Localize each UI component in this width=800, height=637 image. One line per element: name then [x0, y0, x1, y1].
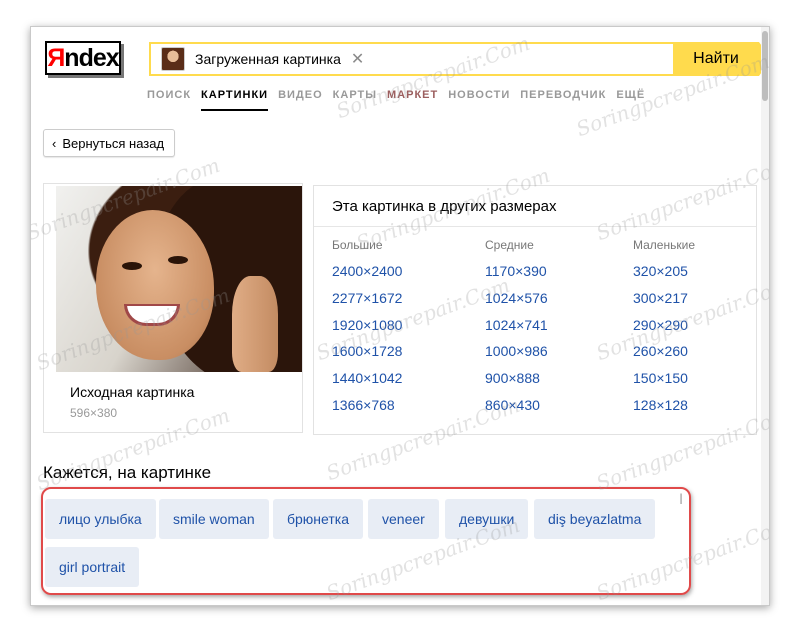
search-button[interactable]: Найти [673, 42, 769, 76]
photo-face [96, 210, 214, 360]
size-link[interactable]: 900×888 [485, 365, 548, 392]
size-link[interactable]: 1600×1728 [332, 338, 402, 365]
size-link[interactable]: 320×205 [633, 258, 695, 285]
nav-item-video[interactable]: ВИДЕО [278, 89, 323, 111]
browser-frame: Яndex Загруженная картинка ✕ Найти ПОИСК… [30, 26, 770, 606]
uploaded-image-thumbnail[interactable] [161, 47, 185, 71]
photo-eye [122, 262, 142, 270]
clear-icon[interactable]: ✕ [351, 49, 364, 69]
size-link[interactable]: 150×150 [633, 365, 695, 392]
nav-item-more[interactable]: ЕЩЁ [616, 89, 645, 111]
column-heading: Средние [485, 238, 534, 252]
size-link[interactable]: 1170×390 [485, 258, 548, 285]
nav-item-search[interactable]: ПОИСК [147, 89, 191, 111]
other-sizes-title: Эта картинка в других размерах [332, 198, 557, 215]
size-link[interactable]: 1024×576 [485, 285, 548, 312]
nav-item-market[interactable]: МАРКЕТ [387, 89, 438, 111]
yandex-logo[interactable]: Яndex [45, 41, 121, 75]
text-cursor-icon: Ⅰ [679, 491, 684, 507]
source-photo[interactable] [56, 186, 302, 372]
logo-letter: Я [47, 43, 65, 72]
back-button[interactable]: ‹ Вернуться назад [43, 129, 176, 157]
back-button-label: Вернуться назад [62, 135, 165, 151]
size-link[interactable]: 1366×768 [332, 392, 402, 419]
size-link[interactable]: 128×128 [633, 392, 695, 419]
size-link[interactable]: 1024×741 [485, 312, 548, 339]
services-nav: ПОИСК КАРТИНКИ ВИДЕО КАРТЫ МАРКЕТ НОВОСТ… [147, 89, 645, 111]
source-image-card[interactable]: Исходная картинка 596×380 [43, 183, 303, 433]
size-link[interactable]: 1440×1042 [332, 365, 402, 392]
size-link[interactable]: 290×290 [633, 312, 695, 339]
tag-item[interactable]: veneer [368, 499, 439, 539]
nav-item-images[interactable]: КАРТИНКИ [201, 89, 269, 111]
tag-item[interactable]: девушки [445, 499, 529, 539]
size-link[interactable]: 2277×1672 [332, 285, 402, 312]
chevron-left-icon: ‹ [52, 135, 57, 151]
tag-item[interactable]: smile woman [159, 499, 269, 539]
tags-heading: Кажется, на картинке [43, 463, 212, 482]
size-link[interactable]: 300×217 [633, 285, 695, 312]
search-bar[interactable]: Загруженная картинка ✕ [149, 42, 757, 76]
column-heading: Маленькие [633, 238, 695, 252]
size-link[interactable]: 860×430 [485, 392, 548, 419]
tag-item[interactable]: брюнетка [273, 499, 363, 539]
size-link[interactable]: 1920×1080 [332, 312, 402, 339]
scrollbar-thumb[interactable] [762, 31, 768, 101]
tag-item[interactable]: diş beyazlatma [534, 499, 656, 539]
column-heading: Большие [332, 238, 383, 252]
sizes-column-large: Большие 2400×2400 2277×1672 1920×1080 16… [332, 238, 402, 419]
photo-hand [232, 276, 278, 372]
nav-item-news[interactable]: НОВОСТИ [448, 89, 510, 111]
search-query[interactable]: Загруженная картинка [195, 51, 341, 67]
divider [314, 226, 756, 227]
size-link[interactable]: 1000×986 [485, 338, 548, 365]
other-sizes-card: Эта картинка в других размерах Большие 2… [313, 185, 757, 435]
scrollbar[interactable] [761, 27, 769, 605]
size-link[interactable]: 2400×2400 [332, 258, 402, 285]
nav-item-maps[interactable]: КАРТЫ [333, 89, 377, 111]
tag-item[interactable]: лицо улыбка [45, 499, 156, 539]
logo-text: ndex [64, 43, 119, 72]
nav-item-translate[interactable]: ПЕРЕВОДЧИК [520, 89, 606, 111]
source-title: Исходная картинка [70, 384, 195, 400]
photo-eye [168, 256, 188, 264]
size-link[interactable]: 260×260 [633, 338, 695, 365]
tag-item[interactable]: girl portrait [45, 547, 140, 587]
sizes-column-small: Маленькие 320×205 300×217 290×290 260×26… [633, 238, 695, 419]
source-size: 596×380 [70, 406, 118, 420]
sizes-column-medium: Средние 1170×390 1024×576 1024×741 1000×… [485, 238, 548, 419]
